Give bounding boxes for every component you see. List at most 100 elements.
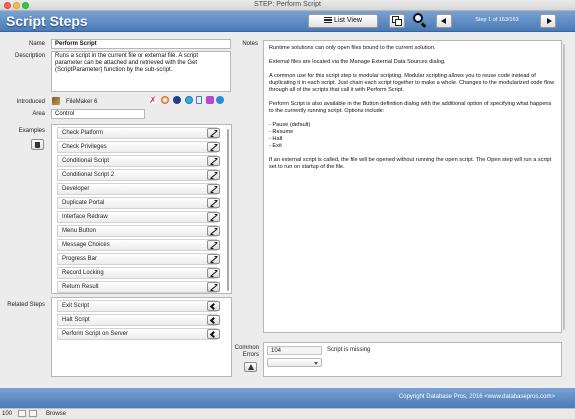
open-example-button[interactable] (207, 212, 220, 222)
common-errors-label: Common Errors (234, 345, 259, 358)
arrow-up-left-icon (209, 316, 218, 325)
related-step-label: Halt Script (62, 317, 90, 323)
zoom-level[interactable]: 100 (2, 411, 12, 417)
external-link-icon (210, 186, 218, 193)
open-example-button[interactable] (207, 226, 220, 236)
related-step-label: Perform Script on Server (62, 331, 129, 337)
zoom-out-button[interactable] (18, 410, 26, 417)
example-row[interactable]: Developer (57, 183, 217, 195)
open-example-button[interactable] (207, 142, 220, 152)
example-row[interactable]: Conditional Script (57, 155, 217, 167)
area-field[interactable]: Control (51, 109, 145, 119)
notes-scrollbar[interactable] (563, 44, 565, 330)
list-view-label: List View (334, 17, 362, 24)
example-row[interactable]: Menu Button (57, 225, 217, 237)
external-link-icon (210, 200, 218, 207)
description-label: Description (14, 53, 45, 59)
open-example-button[interactable] (207, 156, 220, 166)
mobile-icon (196, 96, 202, 104)
related-step-row[interactable]: Halt Script (57, 314, 217, 326)
step-counter: Step 1 of 163/163 (475, 17, 519, 23)
server-icon (161, 96, 169, 104)
open-example-button[interactable] (207, 184, 220, 194)
trash-icon (35, 142, 40, 148)
window-titlebar: STEP: Perform Script (0, 0, 575, 11)
list-view-button[interactable]: List View (308, 14, 378, 28)
example-label: Return Result (62, 284, 99, 290)
filemaker-version-icon (52, 97, 60, 105)
example-label: Conditional Script 2 (62, 172, 115, 178)
previous-step-button[interactable] (436, 14, 452, 28)
copyright-text: Copyright Database Pros, 2016 <www.datab… (398, 394, 555, 400)
example-label: Record Locking (62, 270, 104, 276)
example-row[interactable]: Message Choices (57, 239, 217, 251)
list-icon (324, 17, 333, 23)
external-link-icon (210, 256, 218, 263)
next-step-button[interactable] (540, 14, 556, 28)
open-example-button[interactable] (207, 170, 220, 180)
notes-field[interactable]: Runtime solutions can only open files bo… (263, 40, 562, 333)
chevron-down-icon (314, 362, 318, 365)
name-field[interactable]: Perform Script (51, 39, 231, 49)
advanced-icon (206, 96, 214, 104)
external-link-icon (210, 242, 218, 249)
example-row[interactable]: Check Platform (57, 127, 217, 139)
example-row[interactable]: Conditional Script 2 (57, 169, 217, 181)
notes-paragraph: If an external script is called, the fil… (269, 157, 552, 170)
example-label: Conditional Script (62, 158, 110, 164)
external-link-icon (210, 158, 218, 165)
example-label: Progress Bar (62, 256, 98, 262)
introduced-label: Introduced (16, 99, 45, 105)
external-link-icon (210, 228, 218, 235)
notes-paragraph: - Pause (default) - Resume - Halt - Exit (269, 122, 311, 149)
status-bar: 100 Browse (0, 408, 575, 419)
example-row[interactable]: Interface Redraw (57, 211, 217, 223)
related-steps-label: Related Steps (7, 302, 45, 308)
app-header: Script Steps List View Step 1 of 163/163 (0, 11, 575, 32)
error-code-field[interactable]: 104 (267, 346, 322, 355)
go-to-step-button[interactable] (207, 301, 220, 311)
open-example-button[interactable] (207, 268, 220, 278)
arrow-right-icon (547, 18, 552, 24)
app-title: Script Steps (6, 13, 88, 29)
example-label: Interface Redraw (62, 214, 108, 220)
search-button[interactable] (412, 12, 428, 30)
examples-list[interactable]: Check Platform Check Privileges Conditiona… (51, 124, 232, 294)
arrow-up-left-icon (209, 302, 218, 311)
example-row[interactable]: Record Locking (57, 267, 217, 279)
copy-button[interactable] (389, 14, 405, 28)
notes-paragraph: Perform Script is also available in the … (269, 101, 552, 114)
external-link-icon (210, 270, 218, 277)
common-errors-list[interactable]: 104 Script is missing (263, 342, 562, 377)
examples-scrollbar[interactable] (227, 129, 229, 291)
related-steps-list[interactable]: Exit Script Halt Script Perform Script on … (51, 297, 232, 377)
external-link-icon (210, 144, 218, 151)
magnifier-handle (421, 22, 427, 28)
open-example-button[interactable] (207, 254, 220, 264)
open-example-button[interactable] (207, 198, 220, 208)
go-to-step-button[interactable] (207, 329, 220, 339)
magnifier-icon (413, 13, 423, 23)
external-link-icon (210, 172, 218, 179)
example-row[interactable]: Duplicate Portal (57, 197, 217, 209)
window-title: STEP: Perform Script (254, 1, 321, 8)
toggle-toolbar-button[interactable] (29, 410, 37, 417)
mode-indicator[interactable]: Browse (46, 411, 66, 417)
example-row[interactable]: Progress Bar (57, 253, 217, 265)
add-error-button[interactable] (244, 362, 257, 372)
error-code-dropdown[interactable] (267, 358, 322, 367)
notes-paragraph: A common use for this script step is mod… (269, 73, 555, 93)
example-row[interactable]: Return Result (57, 281, 217, 293)
example-row[interactable]: Check Privileges (57, 141, 217, 153)
go-to-step-button[interactable] (207, 315, 220, 325)
related-step-row[interactable]: Exit Script (57, 300, 217, 312)
notes-paragraph: Runtime solutions can only open files bo… (269, 45, 436, 51)
web-icon (173, 96, 181, 104)
examples-library-button[interactable] (31, 139, 44, 150)
description-field[interactable]: Runs a script in the current file or ext… (51, 51, 231, 92)
related-step-row[interactable]: Perform Script on Server (57, 328, 217, 340)
open-example-button[interactable] (207, 282, 220, 292)
open-example-button[interactable] (207, 128, 220, 138)
open-example-button[interactable] (207, 240, 220, 250)
examples-label: Examples (18, 128, 45, 134)
